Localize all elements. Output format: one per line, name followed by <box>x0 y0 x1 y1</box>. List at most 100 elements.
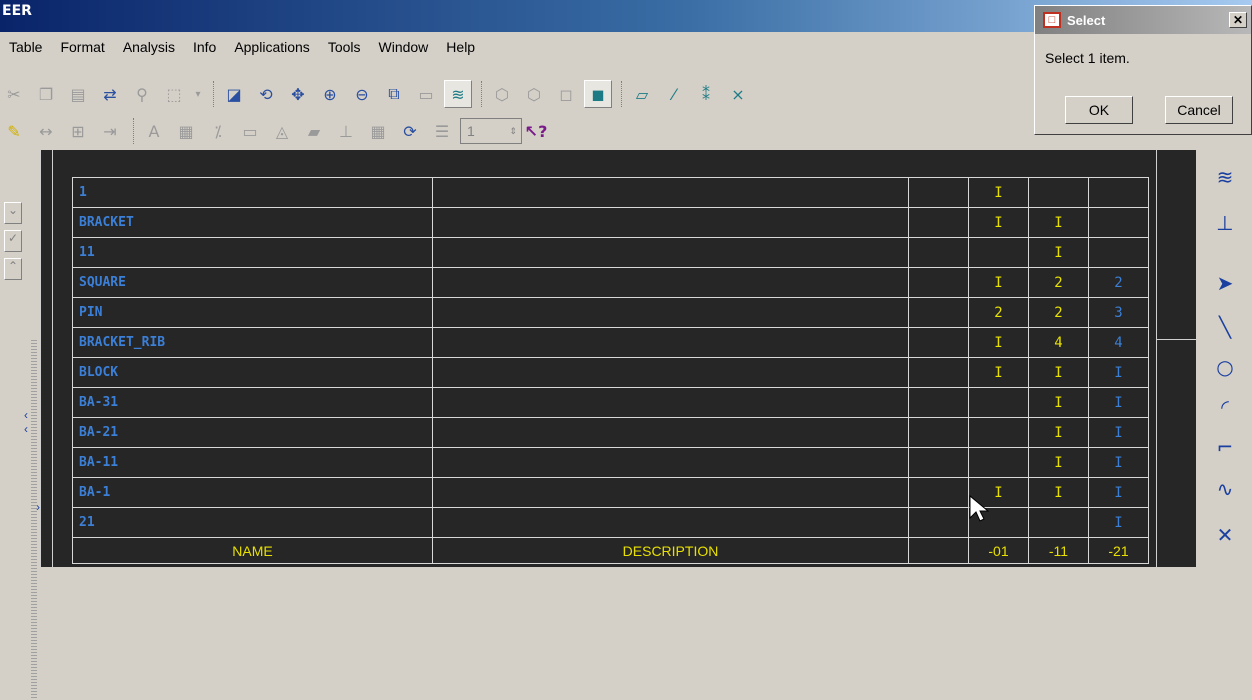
spin-icon[interactable]: ⟲ <box>252 80 280 108</box>
saved-views-icon[interactable]: ▭ <box>412 80 440 108</box>
menu-applications[interactable]: Applications <box>225 36 319 60</box>
table-cell[interactable]: I <box>1088 447 1149 478</box>
dimension-icon[interactable]: ↔ <box>32 117 60 145</box>
table-cell[interactable]: I <box>968 357 1029 388</box>
table-cell[interactable] <box>432 357 909 388</box>
table-cell[interactable] <box>908 387 969 418</box>
line-icon[interactable]: ╲ <box>1210 312 1240 342</box>
table-cell[interactable]: BLOCK <box>72 357 433 388</box>
table-cell[interactable]: BA-31 <box>72 387 433 418</box>
table-row[interactable]: PIN 2 2 3 <box>72 297 1149 328</box>
wireframe-icon[interactable]: ⬡ <box>488 80 516 108</box>
hatch-icon[interactable]: ▦ <box>172 117 200 145</box>
table-cell[interactable]: BA-21 <box>72 417 433 448</box>
orient-icon[interactable]: ✥ <box>284 80 312 108</box>
table-cell[interactable]: I <box>1028 357 1089 388</box>
table-cell[interactable]: I <box>1028 387 1089 418</box>
table-cell[interactable]: I <box>1088 387 1149 418</box>
table-cell[interactable]: I <box>1028 417 1089 448</box>
context-help-icon[interactable]: ↖? <box>522 117 550 145</box>
table-cell[interactable]: I <box>1088 357 1149 388</box>
menu-format[interactable]: Format <box>51 36 113 60</box>
table-cell[interactable]: 1 <box>72 177 433 208</box>
datum-axes-icon[interactable]: ⁄ <box>660 80 688 108</box>
table-cell[interactable] <box>908 177 969 208</box>
table-cell[interactable] <box>908 267 969 298</box>
menu-info[interactable]: Info <box>184 36 225 60</box>
table-cell[interactable]: PIN <box>72 297 433 328</box>
cancel-button[interactable]: Cancel <box>1165 96 1233 124</box>
constraints-icon[interactable]: ⊥ <box>1210 208 1240 238</box>
close-icon[interactable]: ✕ <box>1229 12 1247 28</box>
hierarchy-icon[interactable]: ⊥ <box>332 117 360 145</box>
table-cell[interactable]: 2 <box>1028 267 1089 298</box>
menu-help[interactable]: Help <box>437 36 484 60</box>
table-cell[interactable]: BRACKET <box>72 207 433 238</box>
table-cell[interactable]: 2 <box>1028 297 1089 328</box>
table-cell[interactable]: SQUARE <box>72 267 433 298</box>
menu-tools[interactable]: Tools <box>319 36 370 60</box>
table-cell[interactable] <box>1088 177 1149 208</box>
table-cell[interactable] <box>908 357 969 388</box>
menu-table[interactable]: Table <box>0 36 51 60</box>
no-hidden-icon[interactable]: ◻ <box>552 80 580 108</box>
table-cell[interactable]: I <box>1028 447 1089 478</box>
refit-icon[interactable]: ⧉ <box>380 80 408 108</box>
table-repeat-icon[interactable]: ⟳ <box>396 117 424 145</box>
expand-left-icon[interactable]: ‹ <box>24 408 28 422</box>
table-cell[interactable] <box>1028 507 1089 538</box>
table-cell[interactable]: BRACKET_RIB <box>72 327 433 358</box>
table-cell[interactable]: 2 <box>968 297 1029 328</box>
table-cell[interactable] <box>432 417 909 448</box>
table-cell[interactable]: I <box>968 207 1029 238</box>
list-icon[interactable]: ☰ <box>428 117 456 145</box>
table-cell[interactable] <box>432 237 909 268</box>
chevron-up-icon[interactable]: ⌃ <box>4 258 22 280</box>
table-cell[interactable] <box>908 327 969 358</box>
table-cell[interactable] <box>968 237 1029 268</box>
table-cell[interactable]: I <box>1088 417 1149 448</box>
csys-icon[interactable]: ⨯ <box>724 80 752 108</box>
datum-points-icon[interactable]: ⁑ <box>692 80 720 108</box>
collapse-icon[interactable]: ⌄ <box>4 202 22 224</box>
table-cell[interactable]: I <box>968 177 1029 208</box>
table-cell[interactable]: BA-1 <box>72 477 433 508</box>
menu-analysis[interactable]: Analysis <box>114 36 184 60</box>
dim-mm-icon[interactable]: ▭ <box>236 117 264 145</box>
table-cell[interactable]: 4 <box>1028 327 1089 358</box>
table-cell[interactable]: I <box>1028 477 1089 508</box>
table-cell[interactable] <box>432 387 909 418</box>
panel-sash[interactable] <box>31 340 37 700</box>
point-icon[interactable]: ✕ <box>1210 520 1240 550</box>
text-style-icon[interactable]: A <box>140 117 168 145</box>
table-cell[interactable] <box>1028 177 1089 208</box>
repaint-icon[interactable]: ◪ <box>220 80 248 108</box>
spline-icon[interactable]: ∿ <box>1210 474 1240 504</box>
table-cell[interactable]: 3 <box>1088 297 1149 328</box>
find-icon[interactable]: ⚲ <box>128 80 156 108</box>
sketcher-tools-icon[interactable]: ≋ <box>1210 162 1240 192</box>
table-cell[interactable]: I <box>1028 207 1089 238</box>
table-cell[interactable] <box>432 177 909 208</box>
table-cell[interactable]: 2 <box>1088 267 1149 298</box>
table-cell[interactable]: I <box>968 327 1029 358</box>
table-cell[interactable]: I <box>1088 507 1149 538</box>
table-cell[interactable]: 11 <box>72 237 433 268</box>
table-row[interactable]: BA-11 I I <box>72 447 1149 478</box>
table-cell[interactable] <box>908 447 969 478</box>
table-row[interactable]: BRACKET I I <box>72 207 1149 238</box>
menu-window[interactable]: Window <box>370 36 438 60</box>
table-row[interactable]: BA-21 I I <box>72 417 1149 448</box>
table-cell[interactable] <box>1088 237 1149 268</box>
copy-icon[interactable]: ❐ <box>32 80 60 108</box>
table-row[interactable]: BRACKET_RIB I 4 4 <box>72 327 1149 358</box>
shading-icon[interactable]: ◼ <box>584 80 612 108</box>
grid-icon[interactable]: ▦ <box>364 117 392 145</box>
table-cell[interactable] <box>432 447 909 478</box>
arc-icon[interactable]: ◜ <box>1210 392 1240 422</box>
fillet-icon[interactable]: ⌐ <box>1210 432 1240 462</box>
layers-icon[interactable]: ≋ <box>444 80 472 108</box>
check-icon[interactable]: ✓ <box>4 230 22 252</box>
table-cell[interactable]: I <box>968 267 1029 298</box>
graphics-window[interactable]: 1 I BRACKET I I 11 I SQUARE I 2 2 PIN 2 2 3 BRACKET_RIB… <box>40 150 1196 567</box>
